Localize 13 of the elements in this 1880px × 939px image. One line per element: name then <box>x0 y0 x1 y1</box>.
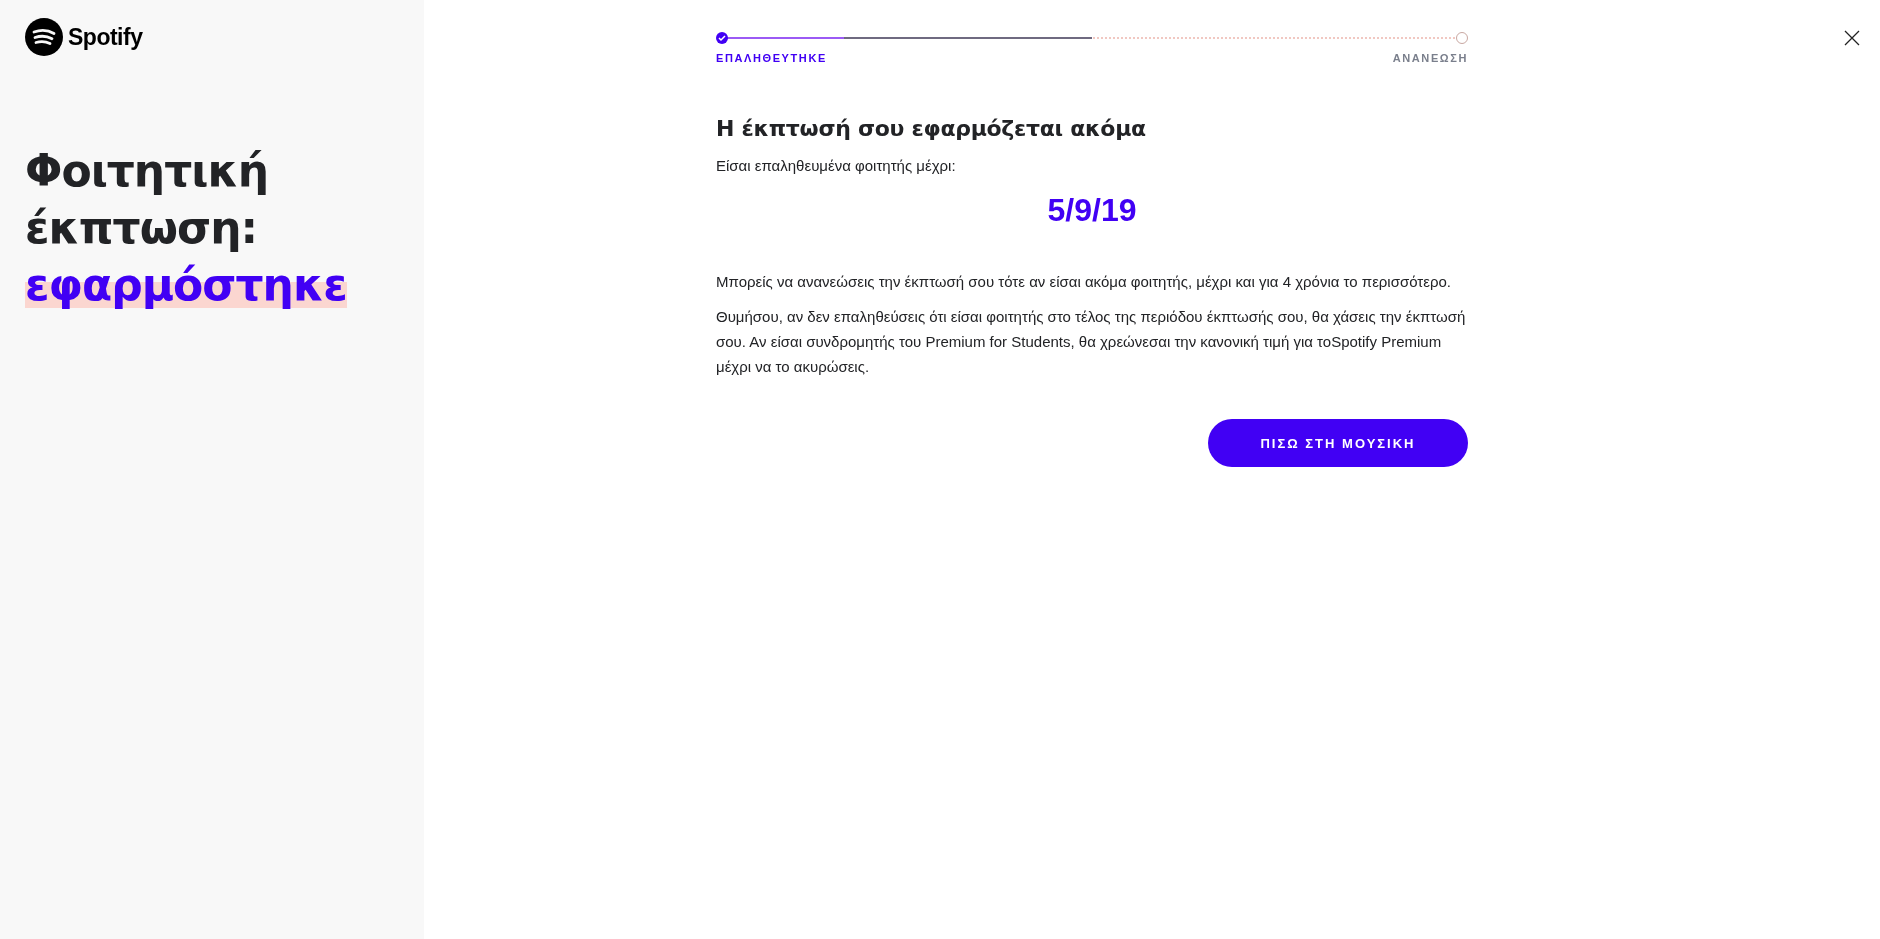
logo-wordmark: Spotify <box>68 23 143 51</box>
heading: Η έκπτωσή σου εφαρμόζεται ακόμα <box>716 116 1147 141</box>
paragraph: Θυμήσου, αν δεν επαληθεύσεις ότι είσαι φοιτητής στο τέλος της περιόδου έκπτωσής σου, θα χάσεις την έκπτωσή σου. Αν είσαι συνδρομητής του Premium for Students, θα χρεώνεσαι την κανονική τιμή για τοSpotify Premium μέχρι να το ακυρώσεις. <box>716 307 1467 377</box>
logo-icon <box>25 18 63 56</box>
paragraph: Μπορείς να ανανεώσεις την έκπτωσή σου τότε αν είσαι ακόμα φοιτητής, μέχρι και για 4 χρόνια το περισσότερο. <box>716 272 1452 292</box>
step-label: ΕΠΑΛΗΘΕΥΤΗΚΕ <box>716 52 827 64</box>
page-title: έκπτωση: <box>25 201 258 255</box>
step-label: ΑΝΑΝΕΩΣΗ <box>1392 52 1468 64</box>
intro-text: Είσαι επαληθευμένα φοιτητής μέχρι: <box>716 156 957 176</box>
page-title: Φοιτητική <box>25 144 268 198</box>
close-icon[interactable] <box>1844 30 1860 46</box>
back-to-music-button[interactable]: ΠΙΣΩ ΣΤΗ ΜΟΥΣΙΚΗ <box>1208 419 1468 467</box>
expiry-date: 5/9/19 <box>1046 192 1138 229</box>
